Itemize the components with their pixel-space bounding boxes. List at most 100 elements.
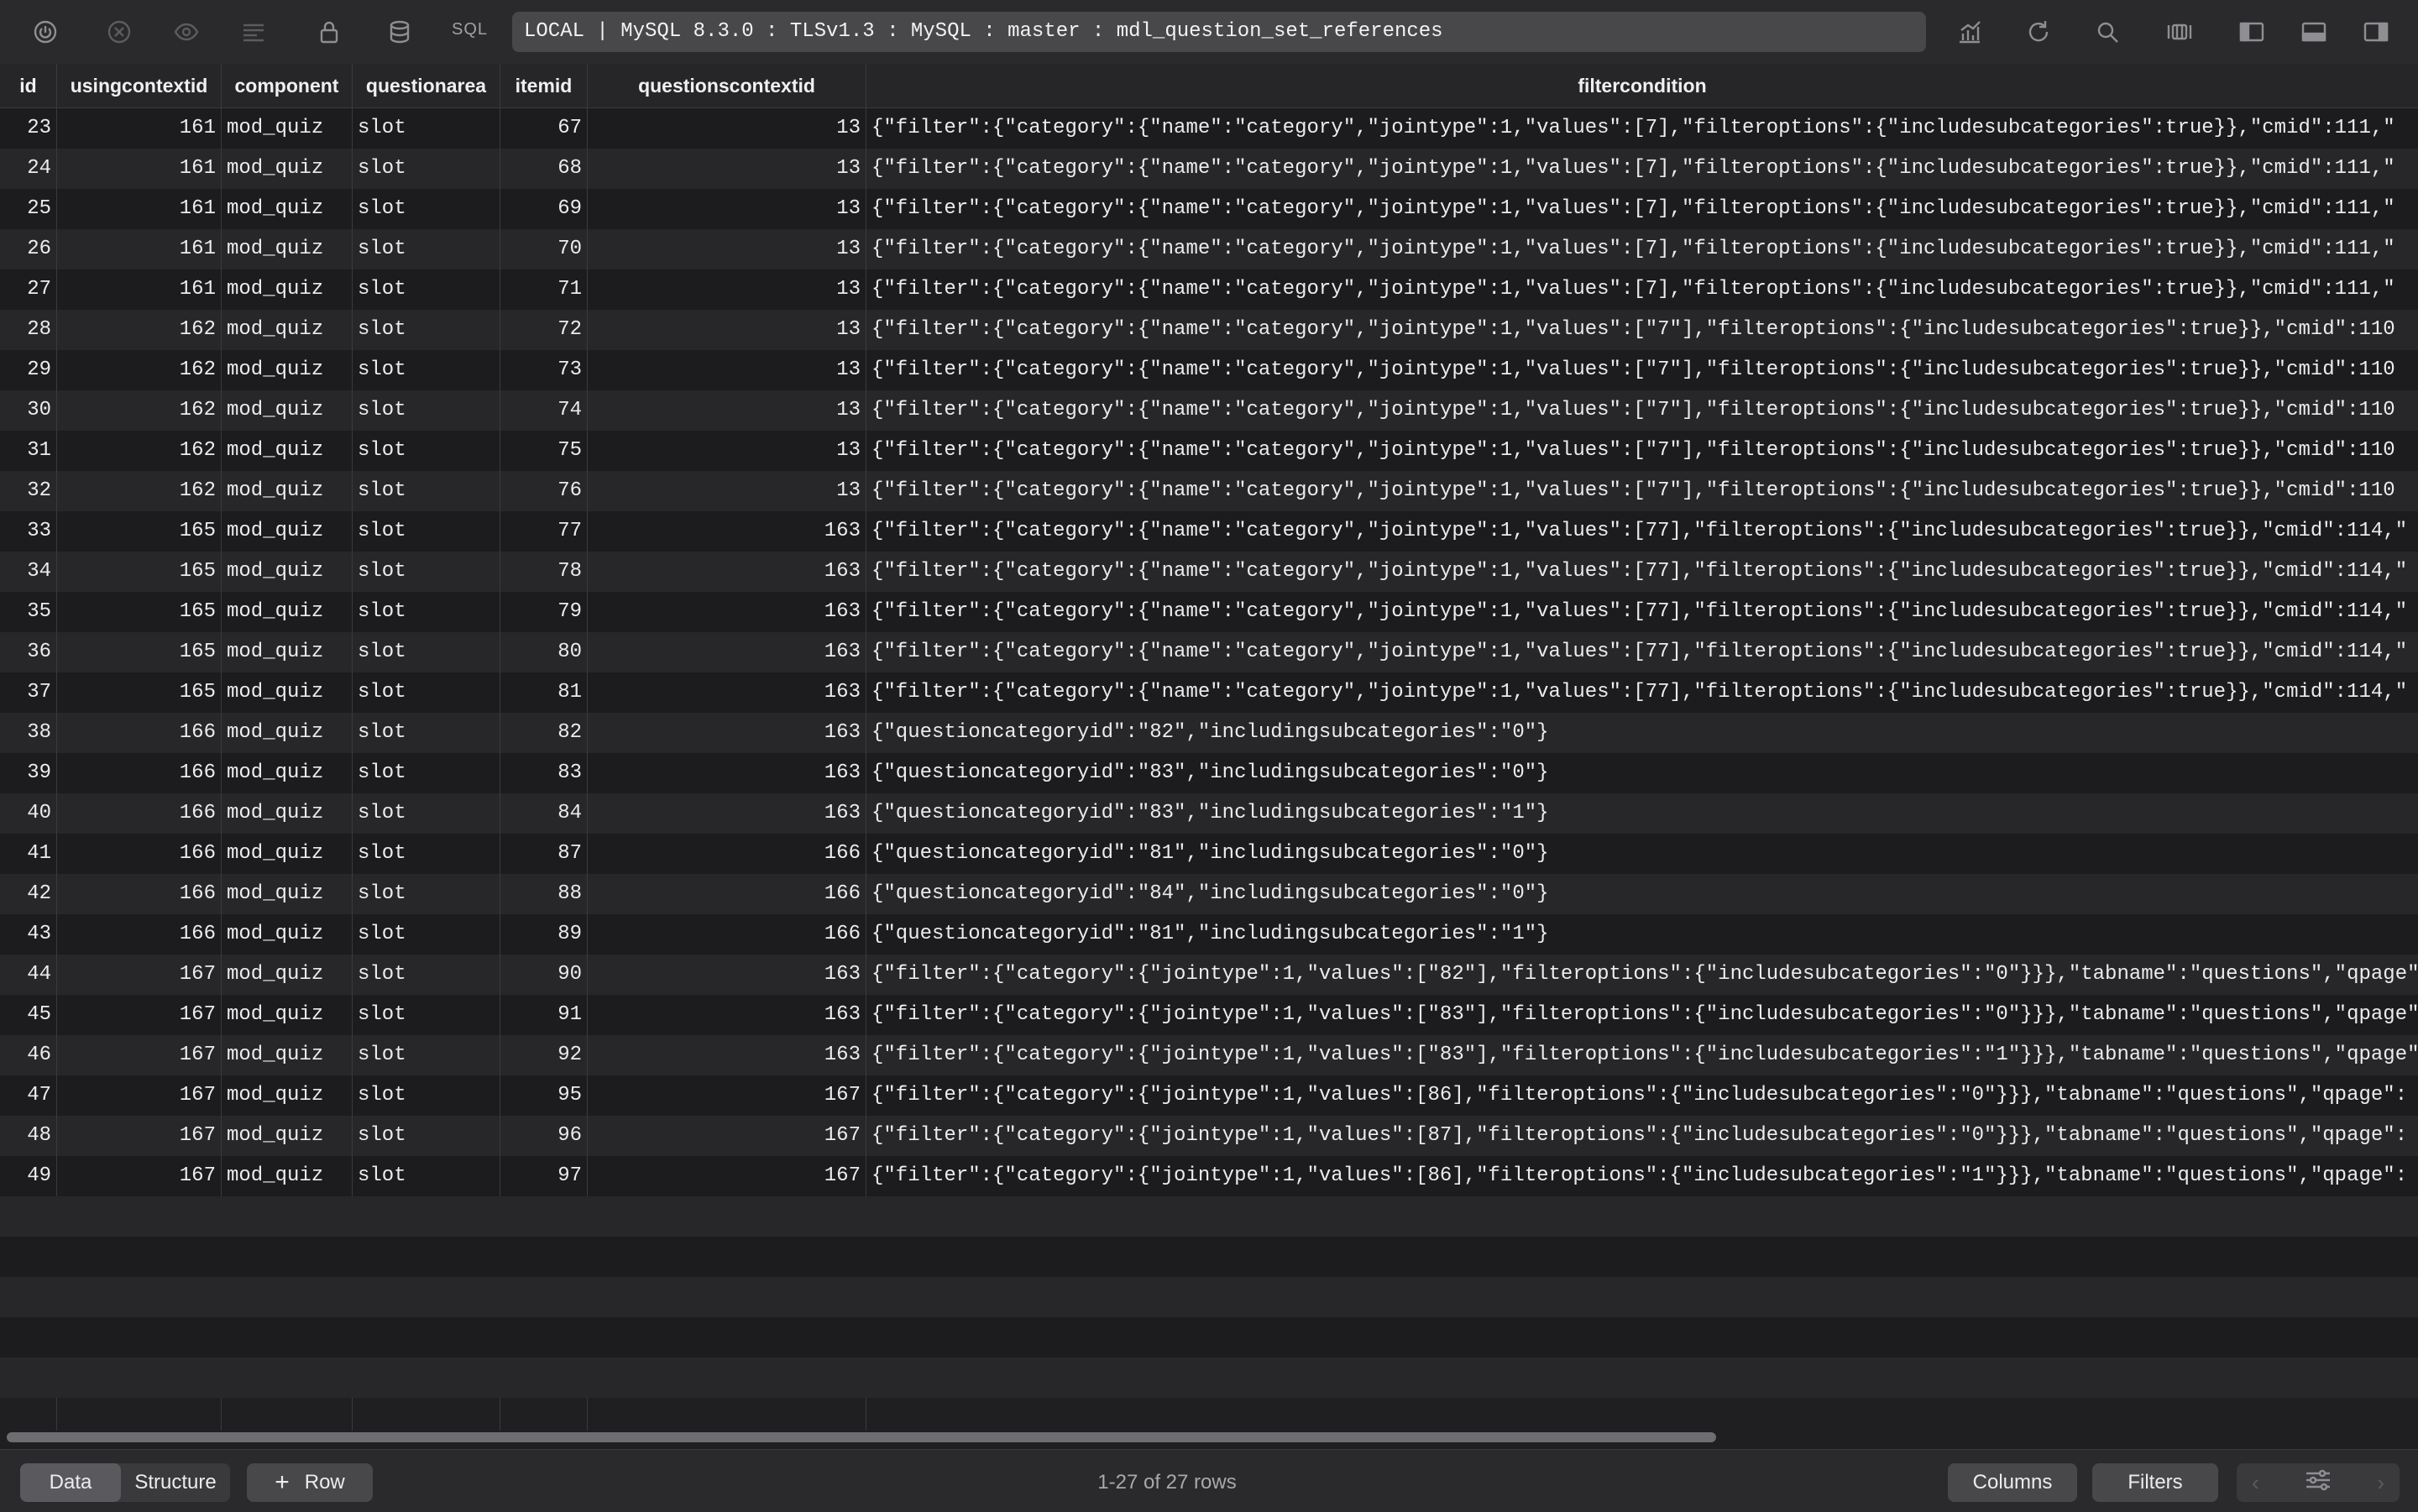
cell-id[interactable]: 48 [0,1116,57,1156]
filters-button[interactable]: Filters [2092,1463,2218,1502]
table-row[interactable]: 23 161 mod_quiz slot 67 13 {"filter":{"categor… [0,108,2418,149]
cell-questionarea[interactable]: slot [353,269,500,310]
cell-filtercondition[interactable]: {"questioncategoryid":"82","includingsub… [866,713,2418,753]
cell-itemid[interactable]: 78 [500,552,588,592]
table-row[interactable]: 41 166 mod_quiz slot 87 166 {"questioncategory… [0,834,2418,874]
cell-id[interactable]: 34 [0,552,57,592]
cell-component[interactable]: mod_quiz [222,471,353,511]
cell-usingcontextid[interactable]: 165 [57,511,222,552]
cell-questionscontextid[interactable]: 163 [588,753,866,793]
cell-questionarea[interactable]: slot [353,1075,500,1116]
column-header-questionarea[interactable]: questionarea [353,64,500,107]
column-header-id[interactable]: id [0,64,57,107]
cell-questionarea[interactable]: slot [353,471,500,511]
lock-icon[interactable] [312,15,346,49]
cell-itemid[interactable]: 96 [500,1116,588,1156]
cell-id[interactable]: 49 [0,1156,57,1196]
table-row[interactable]: 33 165 mod_quiz slot 77 163 {"filter":{"catego… [0,511,2418,552]
cell-component[interactable]: mod_quiz [222,511,353,552]
column-header-component[interactable]: component [222,64,353,107]
cell-questionscontextid[interactable]: 163 [588,955,866,995]
cell-filtercondition[interactable]: {"filter":{"category":{"jointype":1,"val… [866,995,2418,1035]
cell-component[interactable]: mod_quiz [222,350,353,390]
cell-itemid[interactable]: 70 [500,229,588,269]
cell-itemid[interactable]: 83 [500,753,588,793]
chart-icon[interactable] [1953,15,1986,49]
cell-questionarea[interactable]: slot [353,108,500,149]
tab-structure[interactable]: Structure [121,1463,230,1502]
cell-id[interactable]: 42 [0,874,57,914]
column-header-questionscontextid[interactable]: questionscontextid [588,64,866,107]
cell-questionscontextid[interactable]: 163 [588,995,866,1035]
table-row[interactable]: 48 167 mod_quiz slot 96 167 {"filter":{"catego… [0,1116,2418,1156]
table-row[interactable]: 39 166 mod_quiz slot 83 163 {"questioncategory… [0,753,2418,793]
cell-itemid[interactable]: 68 [500,149,588,189]
cell-filtercondition[interactable]: {"filter":{"category":{"jointype":1,"val… [866,955,2418,995]
cell-id[interactable]: 28 [0,310,57,350]
cell-component[interactable]: mod_quiz [222,793,353,834]
table-row[interactable]: 29 162 mod_quiz slot 73 13 {"filter":{"categor… [0,350,2418,390]
cell-filtercondition[interactable]: {"filter":{"category":{"jointype":1,"val… [866,1156,2418,1196]
table-row[interactable]: 37 165 mod_quiz slot 81 163 {"filter":{"catego… [0,672,2418,713]
cell-itemid[interactable]: 77 [500,511,588,552]
cell-questionarea[interactable]: slot [353,753,500,793]
table-row[interactable]: 34 165 mod_quiz slot 78 163 {"filter":{"catego… [0,552,2418,592]
cell-id[interactable]: 36 [0,632,57,672]
cell-id[interactable]: 24 [0,149,57,189]
cell-itemid[interactable]: 67 [500,108,588,149]
cell-usingcontextid[interactable]: 161 [57,149,222,189]
cell-questionarea[interactable]: slot [353,834,500,874]
cell-questionarea[interactable]: slot [353,1156,500,1196]
cell-itemid[interactable]: 89 [500,914,588,955]
cell-id[interactable]: 23 [0,108,57,149]
cell-id[interactable]: 46 [0,1035,57,1075]
cell-filtercondition[interactable]: {"filter":{"category":{"name":"category"… [866,592,2418,632]
cell-component[interactable]: mod_quiz [222,672,353,713]
cell-usingcontextid[interactable]: 165 [57,592,222,632]
column-header-usingcontextid[interactable]: usingcontextid [57,64,222,107]
cell-questionarea[interactable]: slot [353,552,500,592]
cell-component[interactable]: mod_quiz [222,995,353,1035]
cell-questionscontextid[interactable]: 163 [588,1035,866,1075]
cell-filtercondition[interactable]: {"filter":{"category":{"name":"category"… [866,229,2418,269]
cell-itemid[interactable]: 97 [500,1156,588,1196]
cell-id[interactable]: 47 [0,1075,57,1116]
table-row[interactable]: 40 166 mod_quiz slot 84 163 {"questioncategory… [0,793,2418,834]
cell-usingcontextid[interactable]: 167 [57,1156,222,1196]
columns-button[interactable]: Columns [1948,1463,2077,1502]
right-sidebar-icon[interactable] [2359,15,2393,49]
cell-filtercondition[interactable]: {"filter":{"category":{"name":"category"… [866,269,2418,310]
power-icon[interactable] [29,15,62,49]
table-row[interactable]: 43 166 mod_quiz slot 89 166 {"questioncategory… [0,914,2418,955]
cell-usingcontextid[interactable]: 166 [57,834,222,874]
cell-component[interactable]: mod_quiz [222,834,353,874]
cell-questionarea[interactable]: slot [353,874,500,914]
cell-questionarea[interactable]: slot [353,672,500,713]
cell-questionscontextid[interactable]: 13 [588,229,866,269]
cell-usingcontextid[interactable]: 162 [57,431,222,471]
cell-usingcontextid[interactable]: 165 [57,632,222,672]
column-header-itemid[interactable]: itemid [500,64,588,107]
cell-itemid[interactable]: 95 [500,1075,588,1116]
cell-questionarea[interactable]: slot [353,229,500,269]
cell-component[interactable]: mod_quiz [222,874,353,914]
cell-usingcontextid[interactable]: 167 [57,955,222,995]
cell-usingcontextid[interactable]: 167 [57,1035,222,1075]
cell-questionscontextid[interactable]: 13 [588,350,866,390]
cell-questionarea[interactable]: slot [353,149,500,189]
cell-questionscontextid[interactable]: 166 [588,914,866,955]
cell-itemid[interactable]: 76 [500,471,588,511]
cell-usingcontextid[interactable]: 167 [57,1075,222,1116]
cell-id[interactable]: 27 [0,269,57,310]
table-row[interactable]: 44 167 mod_quiz slot 90 163 {"filter":{"catego… [0,955,2418,995]
eye-icon[interactable] [170,15,203,49]
cell-itemid[interactable]: 88 [500,874,588,914]
sql-button[interactable]: SQL [452,20,488,39]
cell-questionscontextid[interactable]: 13 [588,471,866,511]
cell-questionarea[interactable]: slot [353,955,500,995]
cell-id[interactable]: 45 [0,995,57,1035]
cell-filtercondition[interactable]: {"filter":{"category":{"name":"category"… [866,350,2418,390]
cell-component[interactable]: mod_quiz [222,1156,353,1196]
cell-id[interactable]: 26 [0,229,57,269]
cell-filtercondition[interactable]: {"filter":{"category":{"name":"category"… [866,471,2418,511]
